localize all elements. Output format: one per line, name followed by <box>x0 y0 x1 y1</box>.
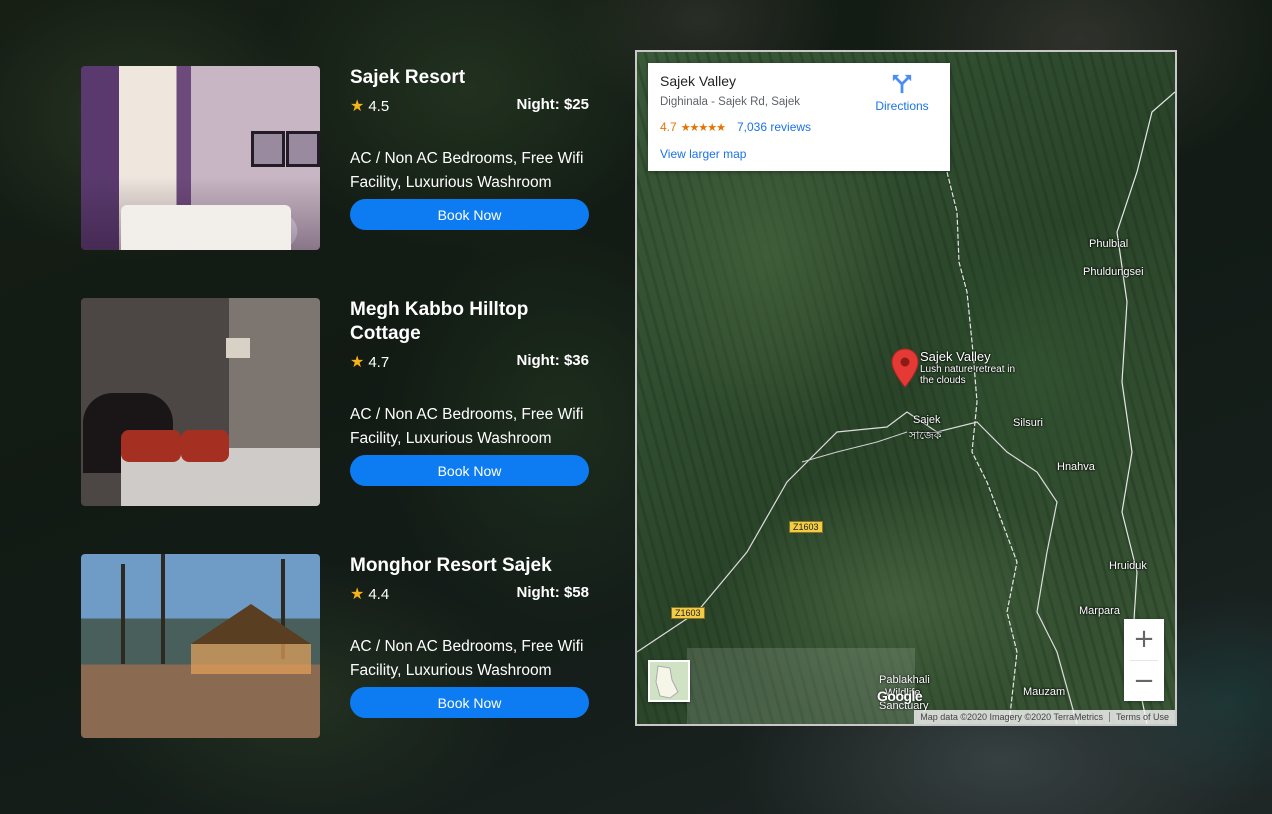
lamp <box>226 338 250 358</box>
rating-value: 4.4 <box>368 585 390 603</box>
palm-tree <box>121 564 125 664</box>
star-icon: ★ <box>350 354 365 371</box>
pillow <box>121 430 181 462</box>
price: Night: $36 <box>516 352 589 369</box>
attribution-text: Map data ©2020 Imagery ©2020 TerraMetric… <box>920 712 1103 722</box>
star-icon: ★ <box>350 586 365 603</box>
listing-image <box>81 66 320 250</box>
palm-tree <box>161 554 165 664</box>
terms-link[interactable]: Terms of Use <box>1110 712 1175 722</box>
map-label: Mauzam <box>1023 686 1066 698</box>
map-thumbnail-icon <box>655 665 679 699</box>
view-larger-map-link[interactable]: View larger map <box>660 147 746 161</box>
listing-meta: ★ 4.7 Night: $36 <box>350 352 589 372</box>
map-attribution: Map data ©2020 Imagery ©2020 TerraMetric… <box>914 710 1175 724</box>
rating-value: 4.5 <box>368 97 390 115</box>
listing-meta: ★ 4.5 Night: $25 <box>350 96 589 116</box>
star-icon: ★ <box>350 98 365 115</box>
rating-value: 4.7 <box>368 353 390 371</box>
hut <box>191 604 311 644</box>
directions-button[interactable]: Directions <box>872 73 932 113</box>
map-label: Phulbial <box>1089 238 1129 250</box>
reviews-link[interactable]: 7,036 reviews <box>737 120 811 134</box>
map-label: সাজেক <box>909 430 942 442</box>
book-now-button[interactable]: Book Now <box>350 687 589 718</box>
price: Night: $25 <box>516 96 589 113</box>
map-embed[interactable]: Sajek Valley Dighinala - Sajek Rd, Sajek… <box>635 50 1177 726</box>
place-info-card: Sajek Valley Dighinala - Sajek Rd, Sajek… <box>648 63 950 171</box>
map-label: Phuldungsei <box>1083 266 1144 278</box>
listing-description: AC / Non AC Bedrooms, Free Wifi Facility… <box>350 638 584 679</box>
listing-image <box>81 298 320 506</box>
bed <box>121 205 291 250</box>
place-address: Dighinala - Sajek Rd, Sajek <box>660 96 800 108</box>
listing-info: Megh Kabbo Hilltop Cottage ★ 4.7 Night: … <box>350 298 589 486</box>
rating: ★ 4.4 <box>350 584 389 604</box>
map-label: Hnahva <box>1057 461 1095 473</box>
place-rating: 4.7 ★★★★★ 7,036 reviews <box>660 120 811 134</box>
pin-title: Sajek Valley <box>920 349 991 364</box>
rating-stars-icon: ★★★★★ <box>680 121 726 134</box>
map-type-toggle[interactable] <box>648 660 690 702</box>
price: Night: $58 <box>516 584 589 601</box>
listing-title: Megh Kabbo Hilltop Cottage <box>350 299 529 344</box>
map-label: Marpara <box>1079 605 1120 617</box>
directions-icon <box>892 74 912 94</box>
map-pin-icon[interactable] <box>891 348 919 388</box>
listing-description: AC / Non AC Bedrooms, Free Wifi Facility… <box>350 406 584 447</box>
place-rating-value: 4.7 <box>660 120 677 134</box>
pin-subtitle: Lush nature retreat in the clouds <box>920 364 1016 386</box>
zoom-out-button[interactable]: − <box>1124 661 1164 701</box>
directions-label: Directions <box>875 99 929 113</box>
rating: ★ 4.5 <box>350 96 389 116</box>
map-label: Silsuri <box>1013 417 1043 429</box>
pillow <box>181 430 229 462</box>
listing-info: Monghor Resort Sajek ★ 4.4 Night: $58 AC… <box>350 554 589 718</box>
google-logo: Google <box>877 688 923 704</box>
listing-info: Sajek Resort ★ 4.5 Night: $25 AC / Non A… <box>350 66 589 230</box>
listing-title: Monghor Resort Sajek <box>350 555 552 576</box>
zoom-controls: + − <box>1124 619 1164 701</box>
book-now-button[interactable]: Book Now <box>350 199 589 230</box>
lights <box>191 644 311 674</box>
rating: ★ 4.7 <box>350 352 389 372</box>
listing-title: Sajek Resort <box>350 67 466 88</box>
listing-meta: ★ 4.4 Night: $58 <box>350 584 589 604</box>
listing-image <box>81 554 320 738</box>
map-label: Sajek <box>913 414 941 426</box>
map-label: Hruiduk <box>1109 560 1147 572</box>
road-marker: Z1603 <box>671 607 705 619</box>
place-name: Sajek Valley <box>660 73 737 89</box>
road-marker: Z1603 <box>789 521 823 533</box>
zoom-in-button[interactable]: + <box>1124 619 1164 659</box>
book-now-button[interactable]: Book Now <box>350 455 589 486</box>
listing-description: AC / Non AC Bedrooms, Free Wifi Facility… <box>350 150 584 191</box>
wall-frame <box>251 131 285 167</box>
wall-frame <box>286 131 320 167</box>
terrain-highlight <box>687 648 915 724</box>
